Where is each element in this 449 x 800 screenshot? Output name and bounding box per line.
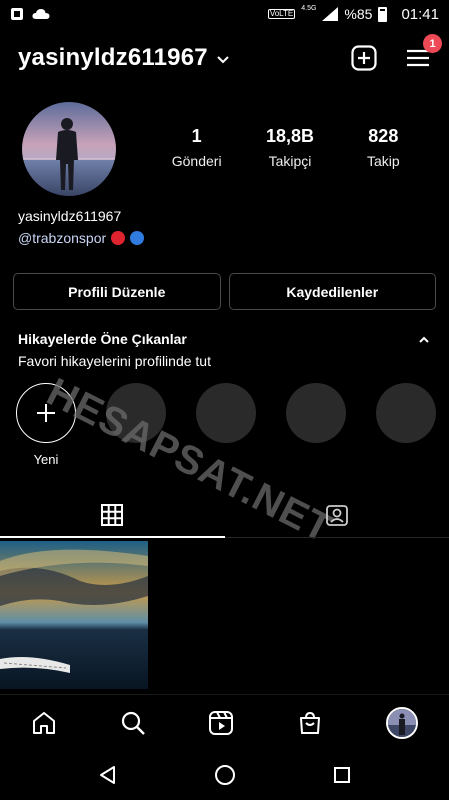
battery-icon [378, 6, 388, 22]
highlight-placeholder [376, 383, 436, 443]
profile-tabs [0, 492, 449, 538]
profile-photo-small [387, 708, 416, 737]
stat-label: Takip [366, 153, 400, 169]
bio-mention-link[interactable]: @trabzonspor [18, 230, 106, 246]
profile-header: yasinyldz611967 1 [0, 34, 449, 78]
back-icon[interactable] [98, 765, 118, 785]
profile-avatar[interactable] [22, 102, 116, 196]
edit-profile-button[interactable]: Profili Düzenle [13, 273, 221, 310]
chevron-down-icon[interactable] [216, 53, 230, 67]
profile-photo [22, 102, 116, 196]
stat-value: 18,8B [265, 126, 315, 146]
notification-badge: 1 [423, 34, 442, 53]
stat-posts[interactable]: 1 Gönderi [150, 126, 243, 169]
saved-button[interactable]: Kaydedilenler [228, 273, 436, 310]
highlight-placeholder [286, 383, 346, 443]
highlights-title: Hikayelerde Öne Çıkanlar [18, 331, 187, 347]
recents-icon[interactable] [333, 766, 351, 784]
profile-stats: 1 Gönderi 18,8B Takipçi 828 Takip [150, 126, 430, 169]
home-icon[interactable] [31, 710, 57, 736]
add-square-icon [351, 45, 377, 71]
system-navigation [0, 750, 449, 800]
search-icon[interactable] [120, 710, 146, 736]
red-circle-emoji [111, 231, 126, 245]
profile-nav-avatar[interactable] [385, 706, 418, 739]
volte-indicator: VoLTE [267, 9, 296, 19]
stat-following[interactable]: 828 Takip [337, 126, 430, 169]
grid-icon [101, 503, 124, 526]
cloud-icon [32, 9, 50, 19]
stat-followers[interactable]: 18,8B Takipçi [243, 126, 336, 169]
post-thumbnail[interactable] [0, 541, 148, 689]
highlight-placeholder [196, 383, 256, 443]
clock: 01:41 [401, 5, 439, 23]
battery-percent: %85 [344, 6, 373, 22]
reels-icon[interactable] [208, 710, 234, 736]
create-post-button[interactable] [351, 45, 377, 71]
home-button-icon[interactable] [214, 764, 236, 786]
menu-button[interactable]: 1 [405, 34, 442, 71]
status-bar: VoLTE 4.5G %85 01:41 [0, 0, 449, 28]
stat-label: Gönderi [171, 153, 222, 169]
highlights-subtitle: Favori hikayelerini profilinde tut [18, 353, 211, 369]
tab-grid[interactable] [0, 492, 225, 538]
bottom-navigation [0, 694, 449, 750]
account-switcher[interactable]: yasinyldz611967 [18, 44, 208, 72]
post-image [0, 541, 148, 689]
tab-tagged[interactable] [225, 492, 449, 537]
chevron-up-icon[interactable] [417, 333, 431, 347]
stat-value: 828 [368, 126, 399, 146]
network-type: 4.5G [301, 4, 317, 12]
profile-actions: Profili Düzenle Kaydedilenler [13, 273, 436, 310]
shop-icon[interactable] [297, 710, 323, 736]
tagged-user-icon [325, 504, 348, 526]
signal-icon [322, 7, 339, 21]
stat-value: 1 [191, 126, 202, 146]
bio: @trabzonspor [18, 230, 145, 246]
blue-circle-emoji [130, 231, 145, 245]
profile-name: yasinyldz611967 [18, 208, 122, 224]
new-highlight-label: Yeni [33, 452, 59, 467]
stat-label: Takipçi [268, 153, 312, 169]
app-notification-icon [11, 8, 23, 20]
